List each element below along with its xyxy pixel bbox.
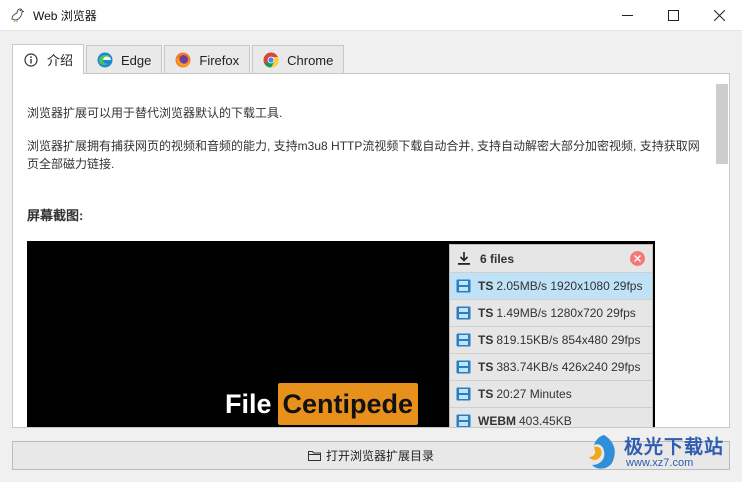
file-row: TS 1.49MB/s 1280x720 29fps <box>450 299 652 326</box>
firefox-icon <box>175 52 191 68</box>
close-icon <box>713 10 725 21</box>
file-row: TS 383.74KB/s 426x240 29fps <box>450 353 652 380</box>
tab-label: Firefox <box>199 52 240 68</box>
popup-header: 6 files <box>450 245 652 272</box>
watermark-url: www.xz7.com <box>626 457 694 469</box>
chrome-icon <box>263 52 279 68</box>
file-detail: 1.49MB/s 1280x720 29fps <box>496 306 636 320</box>
logo-centipede-word: Centipede <box>277 383 419 425</box>
tab-label: Edge <box>121 52 152 68</box>
popup-file-count: 6 files <box>480 251 515 266</box>
window-title: Web 浏览器 <box>33 8 97 23</box>
tab-intro[interactable]: 介绍 <box>12 44 85 74</box>
watermark-logo-icon <box>589 435 615 469</box>
file-detail: 383.74KB/s 426x240 29fps <box>496 360 641 374</box>
minimize-icon <box>621 15 633 16</box>
minimize-button[interactable] <box>604 0 650 31</box>
tab-chrome[interactable]: Chrome <box>252 45 345 74</box>
file-type: TS <box>478 360 494 374</box>
maximize-button[interactable] <box>650 0 696 31</box>
file-row: TS 819.15KB/s 854x480 29fps <box>450 326 652 353</box>
folder-icon <box>307 450 321 461</box>
intro-panel: 浏览器扩展可以用于替代浏览器默认的下载工具. 浏览器扩展拥有捕获网页的视频和音频… <box>12 73 730 428</box>
screenshot-heading: 屏幕截图: <box>27 208 84 223</box>
watermark-brand: 极光下载站 <box>624 437 725 458</box>
file-type: TS <box>478 306 494 320</box>
watermark: 极光下载站 www.xz7.com <box>582 425 742 482</box>
open-extension-folder-label: 打开浏览器扩展目录 <box>325 449 434 463</box>
vertical-scrollbar[interactable] <box>711 74 729 427</box>
film-icon <box>456 306 471 320</box>
film-icon <box>456 414 471 427</box>
popup-close-icon <box>630 251 645 266</box>
logo-file-word: File <box>225 388 272 419</box>
edge-icon <box>97 52 113 68</box>
tab-bar: 介绍 Edge Firefox Chrome <box>12 44 346 74</box>
film-icon <box>456 360 471 374</box>
film-icon <box>456 279 471 293</box>
title-bar: Web 浏览器 <box>0 0 742 31</box>
screenshot-image: File Centipede 6 files TS 2.05MB/s 1920x… <box>27 241 655 428</box>
file-detail: 20:27 Minutes <box>496 387 572 401</box>
film-icon <box>456 387 471 401</box>
app-goose-icon <box>11 8 25 23</box>
scrollbar-thumb[interactable] <box>716 84 728 164</box>
file-type: WEBM <box>478 414 516 428</box>
intro-paragraph-1: 浏览器扩展可以用于替代浏览器默认的下载工具. <box>27 106 283 120</box>
close-button[interactable] <box>696 0 742 31</box>
file-row: TS 2.05MB/s 1920x1080 29fps <box>450 272 652 299</box>
file-type: TS <box>478 279 494 293</box>
file-detail: 2.05MB/s 1920x1080 29fps <box>496 279 643 293</box>
intro-paragraph-2: 浏览器扩展拥有捕获网页的视频和音频的能力, 支持m3u8 HTTP流视频下载自动… <box>27 139 700 171</box>
file-detail: 403.45KB <box>519 414 572 428</box>
file-type: TS <box>478 333 494 347</box>
tab-label: Chrome <box>287 52 334 68</box>
tab-firefox[interactable]: Firefox <box>164 45 251 74</box>
file-centipede-logo: File Centipede <box>225 383 419 425</box>
file-detail: 819.15KB/s 854x480 29fps <box>496 333 641 347</box>
file-type: TS <box>478 387 494 401</box>
download-icon <box>458 252 470 265</box>
files-popup: 6 files TS 2.05MB/s 1920x1080 29fps TS 1… <box>449 244 653 428</box>
window-controls <box>604 0 742 31</box>
film-icon <box>456 333 471 347</box>
tab-label: 介绍 <box>47 53 74 68</box>
maximize-icon <box>667 10 679 21</box>
info-icon <box>23 52 39 68</box>
tab-edge[interactable]: Edge <box>86 45 163 74</box>
file-row: TS 20:27 Minutes <box>450 380 652 407</box>
